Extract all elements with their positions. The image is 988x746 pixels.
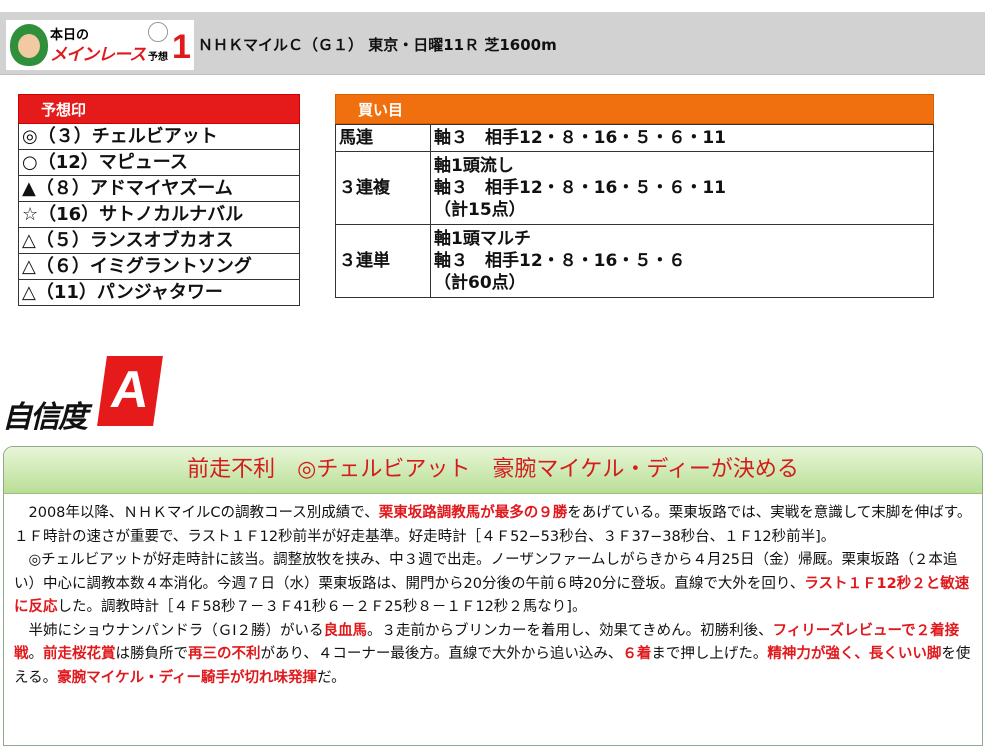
face-icon <box>10 24 48 66</box>
baseball-icon <box>148 22 168 42</box>
body-text: は勝負所で <box>115 646 189 662</box>
bet-type: 馬連 <box>335 124 431 152</box>
logo-number: 1 <box>172 28 191 66</box>
body-text: 。 <box>28 646 44 662</box>
bet-line: 軸３ 相手12・８・16・５・６・11 <box>434 178 726 198</box>
mark-row: ▲（８）アドマイヤズーム <box>18 176 300 202</box>
mark-row: ☆（16）サトノカルナバル <box>18 202 300 228</box>
confidence-grade: A <box>107 361 153 419</box>
highlight-text: 再三の不利 <box>188 646 261 662</box>
bet-row: ３連複 軸1頭流し 軸３ 相手12・８・16・５・６・11 （計15点） <box>335 151 934 225</box>
bet-type: ３連単 <box>335 224 431 298</box>
article-paragraph: 半姉にショウナンパンドラ（ＧⅠ２勝）がいる良血馬。３走前からブリンカーを着用し、… <box>14 620 972 691</box>
highlight-text: 前走桜花賞 <box>43 646 116 662</box>
body-text: 半姉にショウナンパンドラ（ＧⅠ２勝）がいる <box>28 622 324 639</box>
bet-row: 馬連 軸３ 相手12・８・16・５・６・11 <box>335 124 934 152</box>
highlight-text: 精神力が強く、長くいい脚 <box>767 646 942 662</box>
analysis-article: 前走不利 ◎チェルビアット 豪腕マイケル・ディーが決める 2008年以降、ＮＨＫ… <box>3 446 983 746</box>
header-bar: 本日の メインレース 予想 1 ＮＨＫマイルＣ（Ｇ１） 東京・日曜11Ｒ 芝16… <box>0 12 985 75</box>
logo-line2: メインレース <box>50 45 146 65</box>
bet-detail: 軸1頭流し 軸３ 相手12・８・16・５・６・11 （計15点） <box>430 151 934 225</box>
highlight-text: 豪腕マイケル・ディー騎手が切れ味発揮 <box>57 669 318 686</box>
bet-line: （計15点） <box>434 200 526 220</box>
body-text: した。調教時計［４Ｆ58秒７－３Ｆ41秒６－２Ｆ25秒８－１Ｆ12秒２馬なり]。 <box>57 599 587 615</box>
bet-line: 軸1頭流し <box>434 156 514 176</box>
bet-row: ３連単 軸1頭マルチ 軸３ 相手12・８・16・５・６ （計60点） <box>335 224 934 298</box>
race-title: ＮＨＫマイルＣ（Ｇ１） 東京・日曜11Ｒ 芝1600m <box>198 36 557 54</box>
bet-detail: 軸３ 相手12・８・16・５・６・11 <box>430 124 934 152</box>
confidence-label: 自信度 <box>2 400 88 435</box>
mark-row: △（６）イミグラントソング <box>18 254 300 280</box>
article-paragraph: ◎チェルビアットが好走時計に該当。調整放牧を挟み、中３週で出走。ノーザンファーム… <box>14 549 972 620</box>
bets-table: 買い目 馬連 軸３ 相手12・８・16・５・６・11 ３連複 軸1頭流し 軸３ … <box>335 94 934 298</box>
prediction-marks-header: 予想印 <box>18 94 300 124</box>
article-title: 前走不利 ◎チェルビアット 豪腕マイケル・ディーが決める <box>4 447 982 494</box>
mark-row: △（11）パンジャタワー <box>18 280 300 306</box>
article-body: 2008年以降、ＮＨＫマイルCの調教コース別成績で、栗東坂路調教馬が最多の９勝を… <box>4 494 982 690</box>
bets-grid: 馬連 軸３ 相手12・８・16・５・６・11 ３連複 軸1頭流し 軸３ 相手12… <box>335 124 934 298</box>
bet-detail: 軸1頭マルチ 軸３ 相手12・８・16・５・６ （計60点） <box>430 224 934 298</box>
bets-header: 買い目 <box>335 94 934 124</box>
mark-row: ○（12）マピュース <box>18 150 300 176</box>
bet-line: 軸３ 相手12・８・16・５・６ <box>434 251 686 271</box>
body-text: まで押し上げた。 <box>651 646 768 662</box>
bet-type: ３連複 <box>335 151 431 225</box>
mark-row: ◎（３）チェルビアット <box>18 124 300 150</box>
mark-row: △（５）ランスオブカオス <box>18 228 300 254</box>
article-paragraph: 2008年以降、ＮＨＫマイルCの調教コース別成績で、栗東坂路調教馬が最多の９勝を… <box>14 502 972 549</box>
prediction-marks-table: 予想印 ◎（３）チェルビアット ○（12）マピュース ▲（８）アドマイヤズーム … <box>18 94 300 306</box>
confidence-grade-box: A <box>97 356 163 426</box>
confidence-badge: 自信度 A <box>2 356 163 435</box>
bet-line: 軸３ 相手12・８・16・５・６・11 <box>434 128 726 148</box>
highlight-text: 栗東坂路調教馬が最多の９勝 <box>378 505 568 521</box>
bet-line: 軸1頭マルチ <box>434 229 531 249</box>
main-race-logo: 本日の メインレース 予想 1 <box>6 20 194 70</box>
body-text: 。３走前からブリンカーを着用し、効果てきめん。初勝利後、 <box>367 622 773 639</box>
body-text: 2008年以降、ＮＨＫマイルCの調教コース別成績で、 <box>28 505 379 521</box>
highlight-text: ６着 <box>622 646 652 662</box>
highlight-text: 良血馬 <box>323 622 368 639</box>
body-text: だ。 <box>317 669 346 686</box>
bet-line: （計60点） <box>434 273 526 293</box>
body-text: があり、４コーナー最後方。直線で大外から追い込み、 <box>260 646 623 662</box>
logo-line3: 予想 <box>148 52 168 63</box>
